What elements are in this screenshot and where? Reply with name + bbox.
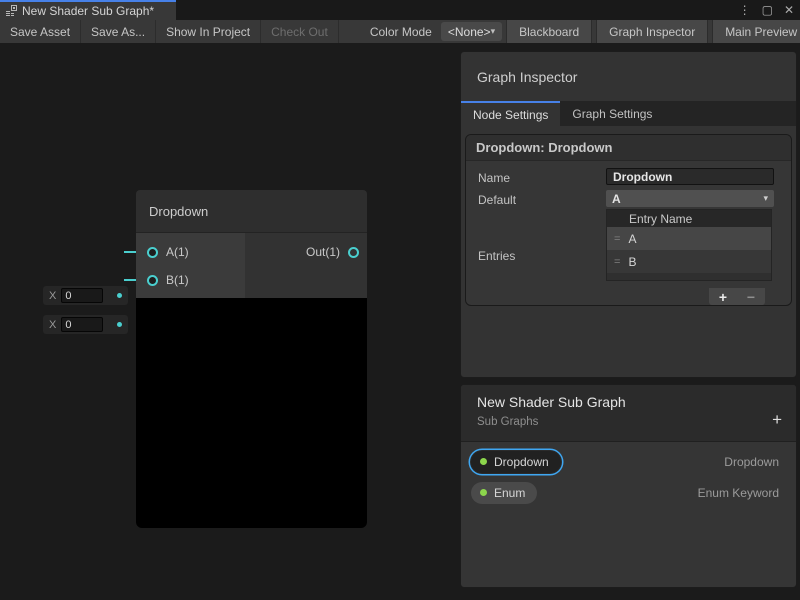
color-mode-label: Color Mode: [361, 20, 441, 43]
port-row-a: A(1): [136, 238, 245, 266]
property-type-dot-icon: [480, 458, 487, 465]
port-value-input-a[interactable]: [61, 288, 103, 303]
blackboard-panel: New Shader Sub Graph Sub Graphs + Dropdo…: [460, 384, 797, 588]
add-property-button[interactable]: +: [772, 411, 782, 428]
default-value: A: [612, 192, 621, 206]
blackboard-row-dropdown: Dropdown Dropdown: [471, 450, 779, 473]
input-port-a-icon[interactable]: [147, 247, 158, 258]
tab-node-settings[interactable]: Node Settings: [461, 101, 560, 126]
add-entry-button[interactable]: +: [719, 290, 727, 304]
close-icon[interactable]: ✕: [784, 0, 794, 20]
connector-dot-icon: [117, 293, 122, 298]
toolbar: Save Asset Save As... Show In Project Ch…: [0, 20, 800, 43]
property-type-dot-icon: [480, 489, 487, 496]
show-in-project-button[interactable]: Show In Project: [156, 20, 261, 43]
entry-name: B: [628, 255, 636, 269]
name-label: Name: [478, 171, 510, 185]
property-pill-enum[interactable]: Enum: [471, 482, 537, 504]
node-output-ports: Out(1): [245, 233, 367, 298]
color-mode-value: <None>: [448, 25, 491, 39]
input-port-b-icon[interactable]: [147, 275, 158, 286]
chevron-down-icon: ▾: [763, 193, 768, 204]
default-label: Default: [478, 193, 516, 207]
entries-actions: + −: [709, 288, 765, 305]
node-input-ports: A(1) B(1): [136, 233, 245, 298]
connector-dot-icon: [117, 322, 122, 327]
tab-graph-settings[interactable]: Graph Settings: [560, 101, 664, 126]
node-title: Dropdown: [149, 204, 208, 219]
save-asset-button[interactable]: Save Asset: [0, 20, 81, 43]
entries-header: Entry Name: [607, 210, 771, 227]
port-value-widget-a: X: [43, 286, 128, 305]
axis-label: X: [49, 319, 56, 331]
blackboard-row-enum: Enum Enum Keyword: [471, 481, 779, 504]
entries-label: Entries: [478, 249, 515, 263]
check-out-button: Check Out: [261, 20, 339, 43]
entry-row-a[interactable]: = A: [607, 227, 771, 250]
maximize-icon[interactable]: ▢: [762, 0, 773, 20]
shader-graph-window: New Shader Sub Graph* ⋮ ▢ ✕ Save Asset S…: [0, 0, 800, 600]
port-row-out: Out(1): [245, 238, 359, 266]
port-value-input-b[interactable]: [61, 317, 103, 332]
node-header[interactable]: Dropdown: [136, 190, 367, 233]
property-type-label: Dropdown: [724, 455, 779, 469]
graph-inspector-title[interactable]: Graph Inspector: [461, 52, 796, 101]
save-as-button[interactable]: Save As...: [81, 20, 156, 43]
name-field[interactable]: [606, 168, 774, 185]
blackboard-title: New Shader Sub Graph: [477, 394, 626, 410]
tab-title: New Shader Sub Graph*: [22, 4, 154, 18]
chevron-down-icon: ▾: [491, 26, 496, 37]
property-type-label: Enum Keyword: [698, 486, 779, 500]
property-pill-label: Dropdown: [494, 455, 549, 469]
graph-inspector-toggle-button[interactable]: Graph Inspector: [596, 20, 708, 43]
inspector-tab-bar: Node Settings Graph Settings: [461, 101, 796, 126]
title-bar: New Shader Sub Graph* ⋮ ▢ ✕: [0, 0, 800, 20]
entries-list: Entry Name = A = B: [606, 209, 772, 281]
main-preview-toggle-button[interactable]: Main Preview: [712, 20, 800, 43]
blackboard-toggle-button[interactable]: Blackboard: [506, 20, 592, 43]
blackboard-header[interactable]: New Shader Sub Graph Sub Graphs +: [461, 385, 796, 442]
node-preview: [136, 298, 367, 528]
node-settings-section: Dropdown: Dropdown Name Default A ▾ Entr…: [465, 134, 792, 306]
drag-handle-icon[interactable]: =: [614, 233, 620, 245]
section-title: Dropdown: Dropdown: [466, 135, 791, 161]
graph-inspector-panel: Graph Inspector Node Settings Graph Sett…: [460, 51, 797, 378]
blackboard-subtitle: Sub Graphs: [477, 416, 538, 428]
axis-label: X: [49, 290, 56, 302]
entry-row-b[interactable]: = B: [607, 250, 771, 273]
property-pill-label: Enum: [494, 486, 525, 500]
output-port-label: Out(1): [306, 245, 340, 259]
default-dropdown[interactable]: A ▾: [606, 190, 774, 207]
window-controls: ⋮ ▢ ✕: [739, 0, 794, 20]
input-port-b-label: B(1): [166, 273, 189, 287]
document-tab[interactable]: New Shader Sub Graph*: [0, 0, 176, 20]
drag-handle-icon[interactable]: =: [614, 256, 620, 268]
shader-graph-icon: [5, 5, 17, 17]
remove-entry-button[interactable]: −: [747, 290, 755, 304]
input-port-a-label: A(1): [166, 245, 189, 259]
port-value-widget-b: X: [43, 315, 128, 334]
property-pill-dropdown[interactable]: Dropdown: [471, 451, 561, 473]
menu-icon[interactable]: ⋮: [739, 0, 751, 20]
dropdown-node[interactable]: Dropdown A(1) B(1) Out(1): [136, 190, 367, 528]
output-port-icon[interactable]: [348, 247, 359, 258]
color-mode-dropdown[interactable]: <None> ▾: [441, 22, 502, 41]
entry-name: A: [628, 232, 636, 246]
port-row-b: B(1): [136, 266, 245, 294]
